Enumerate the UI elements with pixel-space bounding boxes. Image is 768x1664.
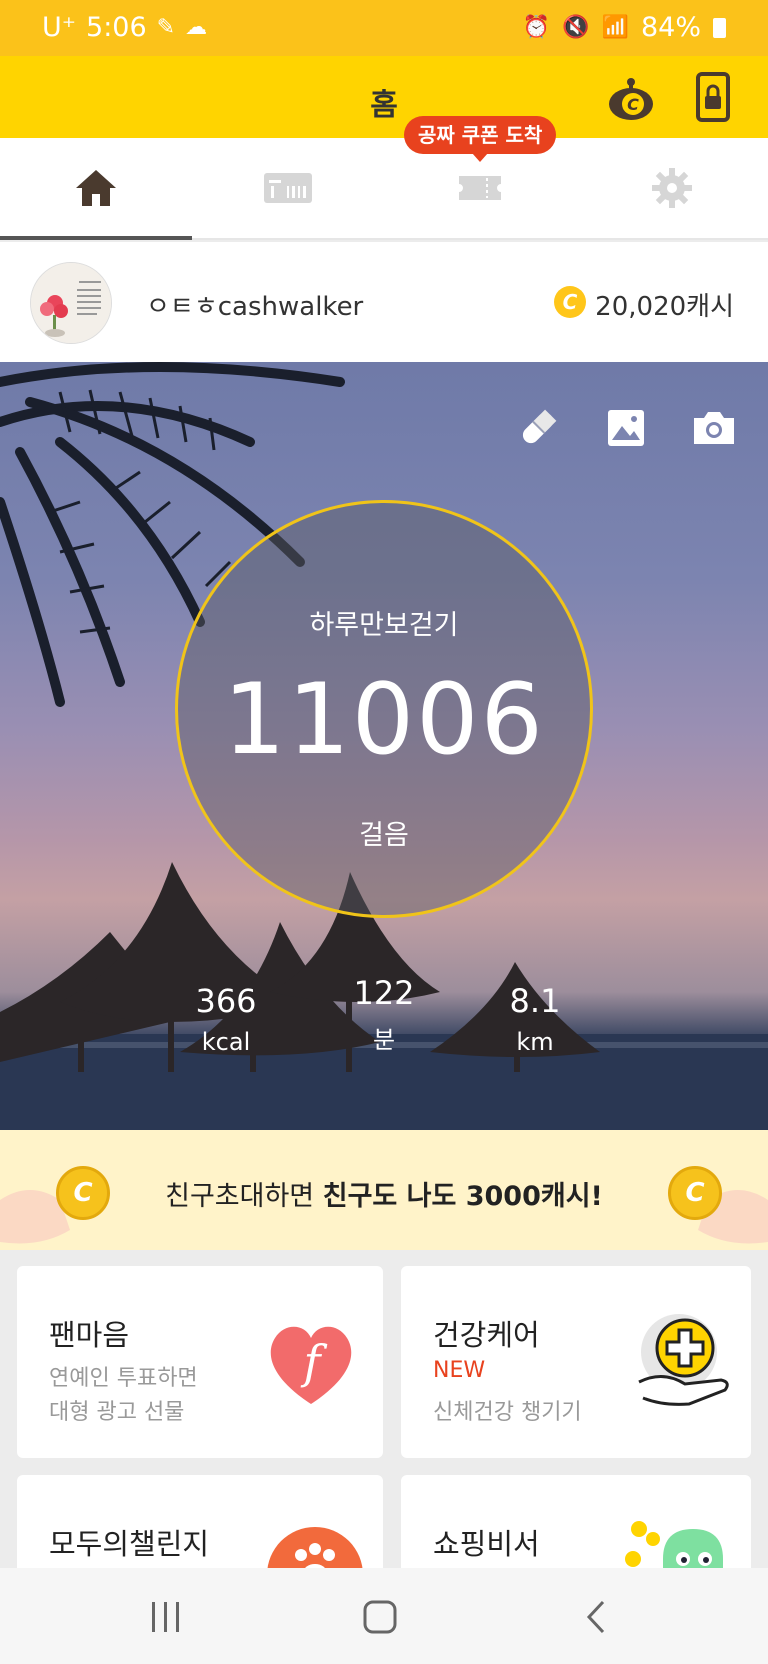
system-navigation-bar — [0, 1568, 768, 1664]
card-subtitle-1: 신체건강 챙기기 — [433, 1400, 582, 1425]
back-button[interactable] — [566, 1592, 626, 1642]
minutes-unit: 분 — [372, 1026, 396, 1054]
minutes-value: 122 — [353, 974, 415, 1012]
profile-photo — [31, 263, 111, 343]
profile-row[interactable]: ㅇㅌㅎcashwalker C 20,020캐시 — [0, 242, 768, 362]
phone-lock-icon — [696, 72, 730, 122]
avatar[interactable] — [30, 262, 112, 344]
ticket-icon — [459, 176, 501, 200]
invite-friends-banner[interactable]: C 친구초대하면 친구도 나도 3000캐시! C — [0, 1130, 768, 1250]
invite-text: 친구초대하면 친구도 나도 3000캐시! — [0, 1174, 768, 1213]
pill-icon — [522, 409, 557, 444]
coin-icon: C — [554, 286, 586, 318]
step-counter-ring[interactable]: 하루만보걷기 11006 걸음 — [175, 500, 593, 918]
alarm-icon: ⏰ — [522, 15, 551, 40]
distance-unit: km — [516, 1028, 554, 1056]
home-button[interactable] — [350, 1592, 410, 1642]
notification-icon: ✎ — [156, 15, 176, 40]
minutes-stat: 122 분 — [324, 974, 444, 1055]
clock: 5:06 — [86, 12, 147, 43]
camera-button[interactable] — [690, 404, 738, 452]
cloud-icon: ☁ — [185, 15, 208, 40]
home-square-icon — [363, 1600, 397, 1634]
card-fanmaum[interactable]: 팬마음 연예인 투표하면 대형 광고 선물 f — [17, 1266, 383, 1458]
card-title: 팬마음 — [49, 1318, 130, 1352]
free-coupon-badge[interactable]: 공짜 쿠폰 도착 — [404, 116, 557, 162]
gear-icon — [652, 168, 692, 208]
invite-text-normal: 친구초대하면 — [165, 1181, 323, 1212]
cashwalker-character-icon: C — [609, 78, 653, 120]
back-chevron-icon — [586, 1600, 605, 1634]
tab-home[interactable] — [0, 138, 192, 240]
card-health-care[interactable]: 건강케어 NEW 신체건강 챙기기 — [401, 1266, 751, 1458]
step-counter-hero: 하루만보걷기 11006 걸음 366 kcal 122 분 8.1 km — [0, 362, 768, 1130]
username: ㅇㅌㅎcashwalker — [146, 292, 364, 322]
receipt-icon — [264, 173, 312, 203]
tab-receipt[interactable] — [192, 138, 384, 238]
active-tab-indicator — [0, 236, 192, 240]
step-goal-label: 하루만보걷기 — [309, 610, 459, 641]
battery-percent: 84% — [640, 12, 701, 43]
carrier-label: U⁺ — [42, 12, 77, 43]
step-unit: 걸음 — [359, 820, 409, 851]
mute-icon: 🔇 — [562, 15, 590, 40]
svg-text:C: C — [627, 95, 639, 114]
recent-apps-icon — [152, 1602, 179, 1632]
new-badge: NEW — [433, 1358, 486, 1383]
distance-stat: 8.1 km — [475, 982, 595, 1056]
tab-bar — [0, 138, 768, 240]
cash-balance[interactable]: 20,020캐시 — [595, 286, 734, 323]
wifi-icon: 📶 — [601, 15, 629, 40]
card-title: 쇼핑비서 — [433, 1527, 540, 1561]
calories-stat: 366 kcal — [166, 982, 286, 1056]
card-title: 건강케어 — [433, 1318, 540, 1352]
step-count: 11006 — [223, 663, 545, 777]
invite-text-bold: 친구도 나도 3000캐시! — [322, 1181, 603, 1212]
calories-value: 366 — [195, 982, 257, 1020]
card-subtitle-1: 연예인 투표하면 — [49, 1366, 198, 1391]
status-bar: U⁺ 5:06 ✎ ☁ ⏰ 🔇 📶 84% — [0, 0, 768, 56]
recent-apps-button[interactable] — [136, 1592, 196, 1642]
tab-settings[interactable] — [576, 138, 768, 238]
right-coin-icon: C — [668, 1166, 722, 1220]
image-icon — [608, 410, 644, 446]
pill-button[interactable] — [514, 404, 562, 452]
battery-icon — [713, 17, 726, 38]
lock-screen-button[interactable] — [686, 70, 740, 124]
card-title: 모두의챌린지 — [49, 1527, 210, 1561]
camera-icon — [694, 412, 734, 444]
fanmaum-heart-icon: f — [270, 1326, 352, 1404]
calories-unit: kcal — [201, 1028, 251, 1056]
cashwalker-character-button[interactable]: C — [604, 70, 658, 124]
app-bar: 홈 C — [0, 56, 768, 138]
home-icon — [76, 170, 116, 206]
distance-value: 8.1 — [509, 982, 561, 1020]
health-plus-icon — [638, 1314, 729, 1406]
card-subtitle-2: 대형 광고 선물 — [49, 1400, 185, 1425]
gallery-button[interactable] — [602, 404, 650, 452]
